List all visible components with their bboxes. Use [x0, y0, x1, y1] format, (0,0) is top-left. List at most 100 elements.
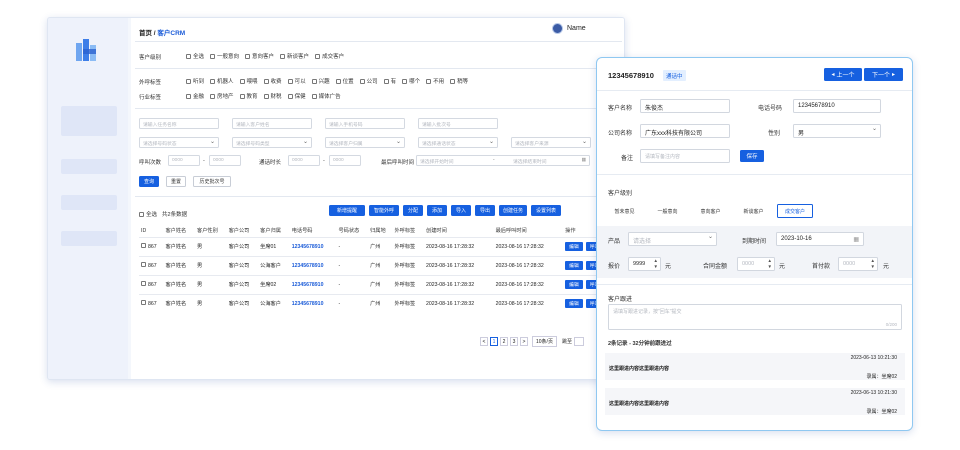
filter-option[interactable]: 保健: [287, 92, 306, 100]
action-button[interactable]: 设置列表: [531, 205, 561, 216]
filter-option[interactable]: 有: [383, 77, 396, 85]
gender-select[interactable]: 男: [793, 124, 881, 138]
filter-option[interactable]: 不用: [426, 77, 444, 85]
checkbox[interactable]: [210, 53, 216, 59]
table-cell[interactable]: 12345678910: [289, 255, 337, 275]
checkbox[interactable]: [141, 281, 146, 286]
history-batch-button[interactable]: 历史批次号: [193, 176, 231, 187]
filter-option[interactable]: 财税: [263, 92, 282, 100]
filter-option[interactable]: 媒体广告: [311, 92, 341, 100]
page-1[interactable]: 1: [490, 337, 498, 346]
table-row[interactable]: 867 客户姓名 男 客户公司 公海客户 12345678910 - 广州 外呼标签 2023-0…: [139, 255, 619, 275]
checkbox[interactable]: [139, 211, 144, 217]
checkbox[interactable]: [287, 93, 293, 99]
checkbox[interactable]: [263, 93, 269, 99]
paid-stepper[interactable]: 0000 ▲ ▼: [838, 257, 878, 271]
level-tab-0[interactable]: 暂未意见: [608, 204, 641, 218]
contract-stepper[interactable]: 0000 ▲ ▼: [737, 257, 775, 271]
search-button[interactable]: 查询: [139, 176, 159, 187]
table-row[interactable]: 867 客户姓名 男 客户公司 公海客户 12345678910 - 广州 外呼标签 2023-0…: [139, 293, 619, 313]
filter-option[interactable]: 听到: [186, 77, 204, 85]
sidebar-item-3[interactable]: [61, 195, 117, 210]
filter-option[interactable]: 位置: [335, 77, 354, 85]
page-size-select[interactable]: 10条/页: [532, 336, 557, 347]
action-button[interactable]: 创建任务: [499, 205, 527, 216]
sidebar-item-2[interactable]: [61, 159, 117, 174]
prev-page-button[interactable]: <: [480, 337, 488, 346]
action-button[interactable]: 智能外呼: [369, 205, 399, 216]
sidebar-item-1[interactable]: [61, 106, 117, 136]
filter-option[interactable]: 公司: [359, 77, 378, 85]
price-stepper[interactable]: 9999 ▲ ▼: [628, 257, 661, 271]
checkbox[interactable]: [141, 300, 146, 306]
filter-option[interactable]: 房地产: [210, 92, 234, 100]
calls-min-input[interactable]: 0000: [168, 155, 200, 166]
duration-max-input[interactable]: 0000: [329, 155, 361, 166]
duration-min-input[interactable]: 0000: [288, 155, 320, 166]
stepper-arrows-icon[interactable]: ▲ ▼: [654, 258, 658, 270]
level-tab-4[interactable]: 成交客户: [777, 204, 813, 218]
action-button[interactable]: 添加: [427, 205, 447, 216]
calls-max-input[interactable]: 0000: [209, 155, 241, 166]
reset-button[interactable]: 重置: [166, 176, 186, 187]
table-cell[interactable]: 12345678910: [289, 274, 337, 294]
tel-input[interactable]: 12345678910: [793, 99, 881, 113]
filter-option[interactable]: 哪个: [402, 77, 420, 85]
next-page-button[interactable]: >: [520, 337, 528, 346]
level-tab-1[interactable]: 一般意向: [651, 204, 684, 218]
checkbox[interactable]: [450, 78, 456, 84]
checkbox[interactable]: [402, 78, 408, 84]
follow-textarea[interactable]: 请填写跟进记录，按"回车"提交 0/200: [608, 304, 902, 330]
edit-button[interactable]: 编辑: [565, 280, 583, 289]
filter-option[interactable]: 意向客户: [245, 52, 274, 60]
page-2[interactable]: 2: [500, 337, 508, 346]
table-cell[interactable]: 12345678910: [289, 293, 337, 313]
action-button[interactable]: 导出: [475, 205, 495, 216]
checkbox[interactable]: [315, 53, 321, 59]
source-select[interactable]: 请选择客户来源: [511, 137, 591, 148]
filter-option[interactable]: 稍等: [450, 77, 468, 85]
checkbox[interactable]: [426, 78, 432, 84]
checkbox[interactable]: [210, 93, 216, 99]
next-customer-button[interactable]: 下一个 ▸: [864, 68, 903, 81]
phone-input[interactable]: 请输入手机号码: [325, 118, 405, 129]
filter-option[interactable]: 兴趣: [311, 77, 330, 85]
page-3[interactable]: 3: [510, 337, 518, 346]
product-select[interactable]: 请选择: [628, 232, 717, 246]
filter-option[interactable]: 新谈客户: [280, 52, 309, 60]
checkbox[interactable]: [335, 78, 341, 84]
breadcrumb-home[interactable]: 首页: [139, 30, 152, 37]
jump-input[interactable]: [573, 337, 584, 346]
action-button[interactable]: 导入: [451, 205, 471, 216]
company-input[interactable]: 广东xxx科技有限公司: [640, 124, 730, 138]
action-button[interactable]: 分配: [403, 205, 423, 216]
stepper-arrows-icon[interactable]: ▲ ▼: [871, 258, 875, 270]
filter-option[interactable]: 成交客户: [315, 52, 344, 60]
owner-select[interactable]: 请选择客户归属: [325, 137, 405, 148]
task-name-input[interactable]: 请输入任务名称: [139, 118, 219, 129]
number-type-select[interactable]: 请选择号码类型: [232, 137, 312, 148]
filter-option[interactable]: 全选: [186, 52, 204, 60]
table-row[interactable]: 867 客户姓名 男 客户公司 坐席01 12345678910 - 广州 外呼标签 2023-0…: [139, 236, 619, 256]
filter-option[interactable]: 喂喂: [239, 77, 258, 85]
checkbox[interactable]: [239, 78, 245, 84]
sidebar-item-4[interactable]: [61, 231, 117, 246]
level-tab-2[interactable]: 意向客户: [694, 204, 727, 218]
filter-option[interactable]: 教育: [239, 92, 258, 100]
checkbox[interactable]: [141, 262, 146, 267]
filter-option[interactable]: 机器人: [210, 77, 234, 85]
checkbox[interactable]: [245, 53, 251, 59]
checkbox[interactable]: [186, 53, 191, 59]
edit-button[interactable]: 编辑: [565, 261, 583, 270]
number-status-select[interactable]: 请选择号码状态: [139, 137, 219, 148]
prev-customer-button[interactable]: ◂ 上一个: [824, 68, 862, 81]
name-input[interactable]: 朱俊杰: [640, 99, 730, 113]
checkbox[interactable]: [186, 93, 191, 99]
checkbox[interactable]: [280, 53, 286, 59]
stepper-arrows-icon[interactable]: ▲ ▼: [768, 258, 772, 270]
last-call-range[interactable]: 请选择开始时间 - 请选择结束时间 ▦: [416, 155, 590, 166]
save-button[interactable]: 保存: [740, 150, 764, 162]
table-cell[interactable]: 12345678910: [289, 236, 337, 256]
customer-name-input[interactable]: 请输入客户姓名: [232, 118, 312, 129]
checkbox[interactable]: [359, 78, 365, 84]
